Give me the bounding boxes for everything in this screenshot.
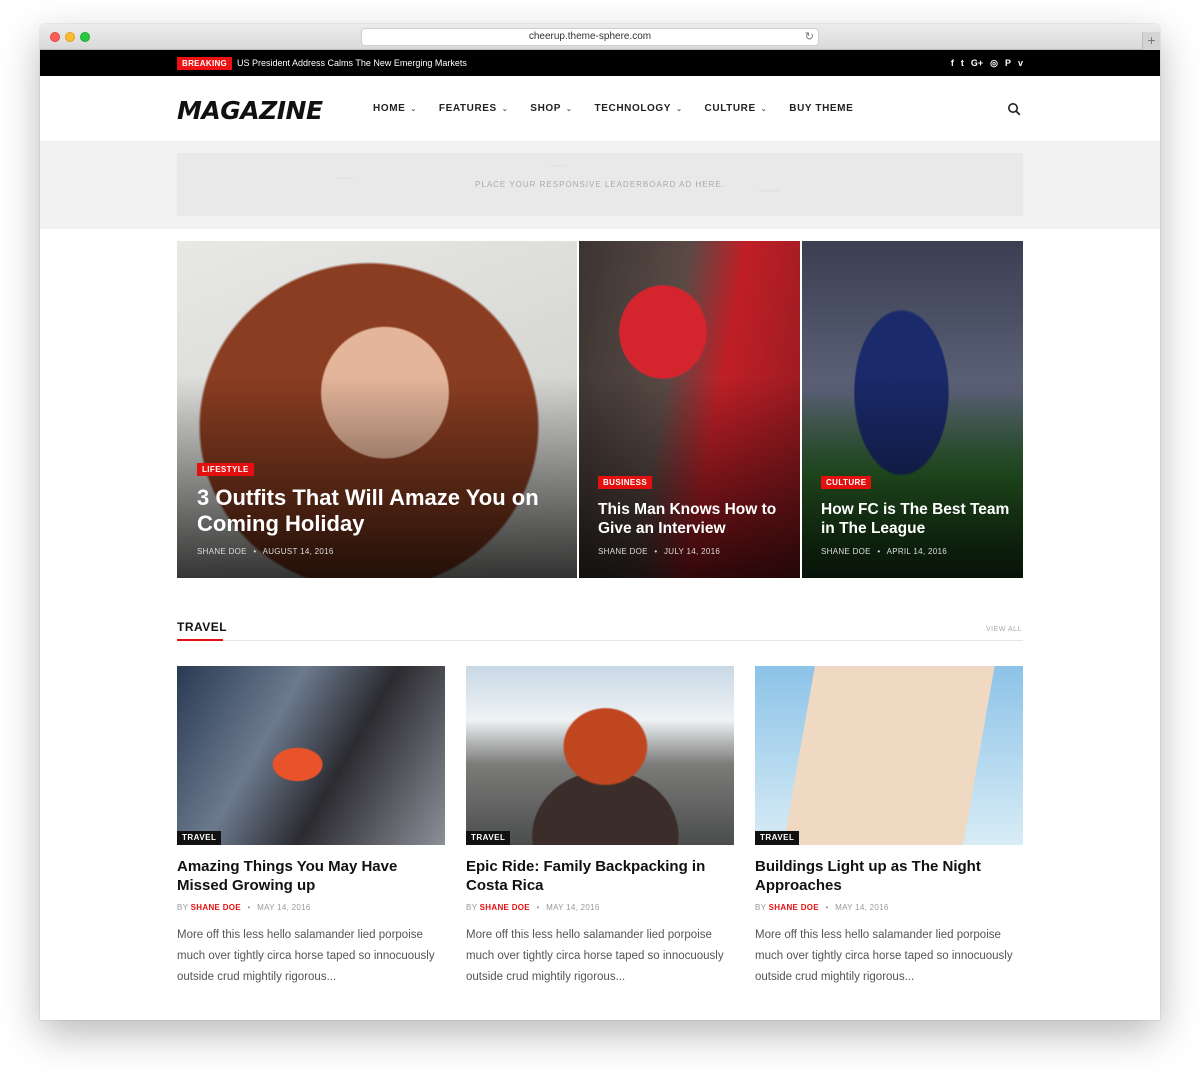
category-badge[interactable]: TRAVEL	[177, 831, 222, 845]
close-window-button[interactable]	[50, 32, 60, 42]
meta-separator: •	[247, 903, 251, 912]
post-card: TRAVEL Buildings Light up as The Night A…	[755, 666, 1023, 988]
post-meta: BY SHANE DOE • MAY 14, 2016	[177, 903, 445, 912]
nav-item-technology[interactable]: TECHNOLOGY ⌄	[595, 103, 683, 114]
post-thumbnail[interactable]: TRAVEL	[466, 666, 734, 845]
post-date: JULY 14, 2016	[664, 547, 721, 556]
site-header: MAGAZINE HOME ⌄ FEATURES ⌄ SHOP ⌄ TECHNO…	[40, 76, 1160, 142]
post-title[interactable]: Buildings Light up as The Night Approach…	[755, 857, 1023, 895]
category-badge[interactable]: LIFESTYLE	[197, 463, 254, 476]
featured-title[interactable]: How FC is The Best Team in The League	[821, 500, 1016, 538]
by-label: BY	[466, 903, 478, 912]
nav-label: TECHNOLOGY	[594, 103, 672, 114]
meta-separator: •	[536, 903, 540, 912]
nav-label: BUY THEME	[789, 103, 854, 114]
post-author[interactable]: SHANE DOE	[821, 547, 871, 556]
nav-item-shop[interactable]: SHOP ⌄	[530, 103, 572, 114]
nav-label: FEATURES	[438, 103, 497, 114]
social-links: f t G+ ◎ P v	[951, 57, 1023, 70]
featured-title[interactable]: 3 Outfits That Will Amaze You on Coming …	[197, 485, 567, 537]
main-nav: HOME ⌄ FEATURES ⌄ SHOP ⌄ TECHNOLOGY ⌄ CU…	[373, 103, 875, 114]
google-plus-icon[interactable]: G+	[971, 57, 983, 70]
ad-zone: PLACE YOUR RESPONSIVE LEADERBOARD AD HER…	[40, 142, 1160, 229]
vimeo-icon[interactable]: v	[1018, 57, 1023, 70]
browser-window: cheerup.theme-sphere.com ↻ + BREAKING US…	[40, 24, 1160, 1020]
meta-separator: •	[877, 547, 881, 556]
address-bar[interactable]: cheerup.theme-sphere.com ↻	[361, 28, 819, 46]
post-meta: SHANE DOE • JULY 14, 2016	[598, 547, 720, 556]
nav-label: SHOP	[530, 103, 562, 114]
browser-toolbar: cheerup.theme-sphere.com ↻ +	[40, 24, 1160, 50]
facebook-icon[interactable]: f	[951, 57, 954, 70]
featured-post-large[interactable]: LIFESTYLE 3 Outfits That Will Amaze You …	[177, 241, 577, 578]
post-date: APRIL 14, 2016	[886, 547, 947, 556]
featured-post[interactable]: CULTURE How FC is The Best Team in The L…	[802, 241, 1023, 578]
post-excerpt: More off this less hello salamander lied…	[466, 929, 724, 983]
leaderboard-ad[interactable]: PLACE YOUR RESPONSIVE LEADERBOARD AD HER…	[177, 153, 1023, 216]
maximize-window-button[interactable]	[80, 32, 90, 42]
category-badge[interactable]: TRAVEL	[755, 831, 800, 845]
post-meta: BY SHANE DOE • MAY 14, 2016	[755, 903, 1023, 912]
breaking-badge: BREAKING	[177, 57, 233, 70]
address-url: cheerup.theme-sphere.com	[528, 31, 652, 42]
top-bar: BREAKING US President Address Calms The …	[40, 50, 1160, 76]
category-badge[interactable]: BUSINESS	[598, 476, 653, 489]
category-badge[interactable]: TRAVEL	[466, 831, 511, 845]
search-icon[interactable]	[1007, 102, 1021, 116]
chevron-down-icon: ⌄	[501, 105, 509, 113]
post-excerpt: More off this less hello salamander lied…	[755, 929, 1013, 983]
post-title[interactable]: Amazing Things You May Have Missed Growi…	[177, 857, 445, 895]
post-date: AUGUST 14, 2016	[262, 547, 334, 556]
post-date: MAY 14, 2016	[546, 903, 600, 912]
nav-item-home[interactable]: HOME ⌄	[373, 103, 417, 114]
post-author[interactable]: SHANE DOE	[191, 903, 241, 912]
section-divider	[177, 640, 1023, 641]
new-tab-button[interactable]: +	[1142, 32, 1160, 50]
post-excerpt: More off this less hello salamander lied…	[177, 929, 435, 983]
meta-separator: •	[825, 903, 829, 912]
post-card: TRAVEL Amazing Things You May Have Misse…	[177, 666, 445, 988]
featured-post[interactable]: BUSINESS This Man Knows How to Give an I…	[579, 241, 800, 578]
nav-label: CULTURE	[704, 103, 756, 114]
post-meta: SHANE DOE • APRIL 14, 2016	[821, 547, 947, 556]
post-meta: BY SHANE DOE • MAY 14, 2016	[466, 903, 734, 912]
instagram-icon[interactable]: ◎	[990, 57, 998, 70]
minimize-window-button[interactable]	[65, 32, 75, 42]
twitter-icon[interactable]: t	[961, 57, 964, 70]
ad-placeholder-text: PLACE YOUR RESPONSIVE LEADERBOARD AD HER…	[475, 180, 725, 189]
by-label: BY	[177, 903, 189, 912]
site-logo[interactable]: MAGAZINE	[177, 96, 323, 125]
nav-label: HOME	[373, 103, 406, 114]
post-author[interactable]: SHANE DOE	[197, 547, 247, 556]
post-thumbnail[interactable]: TRAVEL	[755, 666, 1023, 845]
section-accent-line	[177, 639, 223, 641]
post-title[interactable]: Epic Ride: Family Backpacking in Costa R…	[466, 857, 734, 895]
post-thumbnail[interactable]: TRAVEL	[177, 666, 445, 845]
chevron-down-icon: ⌄	[676, 105, 683, 113]
category-badge[interactable]: CULTURE	[821, 476, 872, 489]
nav-item-culture[interactable]: CULTURE ⌄	[705, 103, 768, 114]
section-title: TRAVEL	[177, 620, 228, 634]
pinterest-icon[interactable]: P	[1005, 57, 1011, 70]
nav-item-features[interactable]: FEATURES ⌄	[439, 103, 508, 114]
meta-separator: •	[253, 547, 257, 556]
chevron-down-icon: ⌄	[410, 105, 417, 113]
post-author[interactable]: SHANE DOE	[598, 547, 648, 556]
meta-separator: •	[654, 547, 658, 556]
chevron-down-icon: ⌄	[566, 105, 573, 113]
nav-item-buy-theme[interactable]: BUY THEME	[789, 103, 853, 114]
reload-icon[interactable]: ↻	[805, 29, 814, 45]
post-author[interactable]: SHANE DOE	[480, 903, 530, 912]
post-date: MAY 14, 2016	[835, 903, 889, 912]
breaking-news-link[interactable]: US President Address Calms The New Emerg…	[237, 57, 467, 70]
by-label: BY	[755, 903, 767, 912]
post-date: MAY 14, 2016	[257, 903, 311, 912]
chevron-down-icon: ⌄	[760, 105, 768, 113]
post-meta: SHANE DOE • AUGUST 14, 2016	[197, 547, 334, 556]
featured-title[interactable]: This Man Knows How to Give an Interview	[598, 500, 793, 538]
view-all-link[interactable]: VIEW ALL	[986, 626, 1022, 633]
post-card: TRAVEL Epic Ride: Family Backpacking in …	[466, 666, 734, 988]
post-author[interactable]: SHANE DOE	[769, 903, 819, 912]
